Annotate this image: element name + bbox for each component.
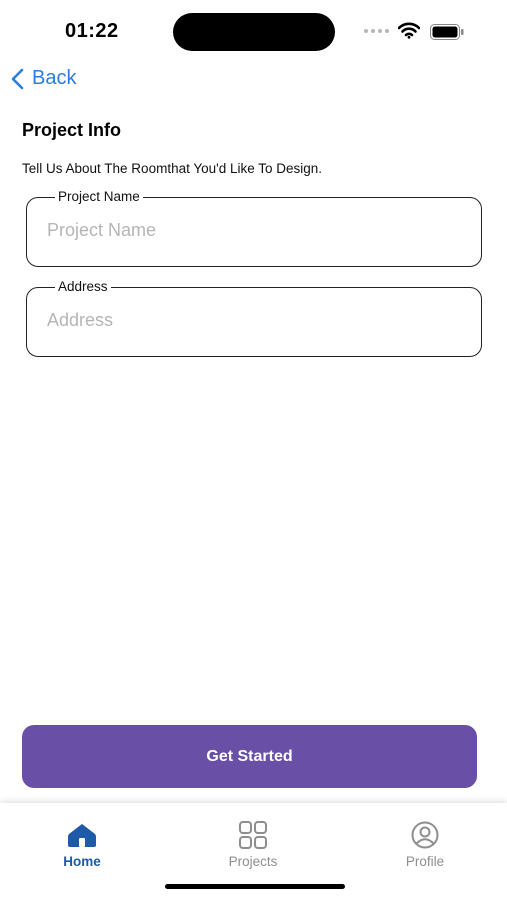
get-started-button[interactable]: Get Started: [22, 725, 477, 788]
page-description: Tell Us About The Roomthat You'd Like To…: [22, 161, 323, 176]
tab-projects-label: Projects: [228, 854, 278, 869]
tab-projects[interactable]: Projects: [193, 821, 313, 869]
back-label: Back: [32, 67, 77, 89]
grid-icon: [239, 821, 267, 849]
battery-icon: [430, 24, 464, 40]
tab-home-label: Home: [63, 854, 101, 869]
address-label: Address: [55, 279, 111, 295]
tab-profile-label: Profile: [405, 854, 445, 869]
home-indicator[interactable]: [165, 884, 345, 889]
project-name-field[interactable]: Project Name: [26, 189, 482, 267]
project-name-label: Project Name: [55, 189, 143, 205]
status-bar: 01:22: [0, 0, 507, 62]
tab-home[interactable]: Home: [22, 821, 142, 869]
cellular-signal-icon: [364, 29, 389, 33]
dynamic-island: [173, 13, 335, 51]
back-button[interactable]: Back: [10, 67, 76, 90]
chevron-left-icon: [11, 68, 24, 89]
page-title: Project Info: [22, 120, 122, 140]
wifi-icon: [398, 22, 420, 39]
address-field[interactable]: Address: [26, 279, 482, 357]
home-icon: [68, 824, 96, 847]
tab-profile[interactable]: Profile: [365, 821, 485, 869]
profile-icon: [411, 821, 439, 849]
address-input[interactable]: [47, 310, 457, 331]
project-name-input[interactable]: [47, 220, 457, 241]
status-time: 01:22: [65, 20, 119, 42]
